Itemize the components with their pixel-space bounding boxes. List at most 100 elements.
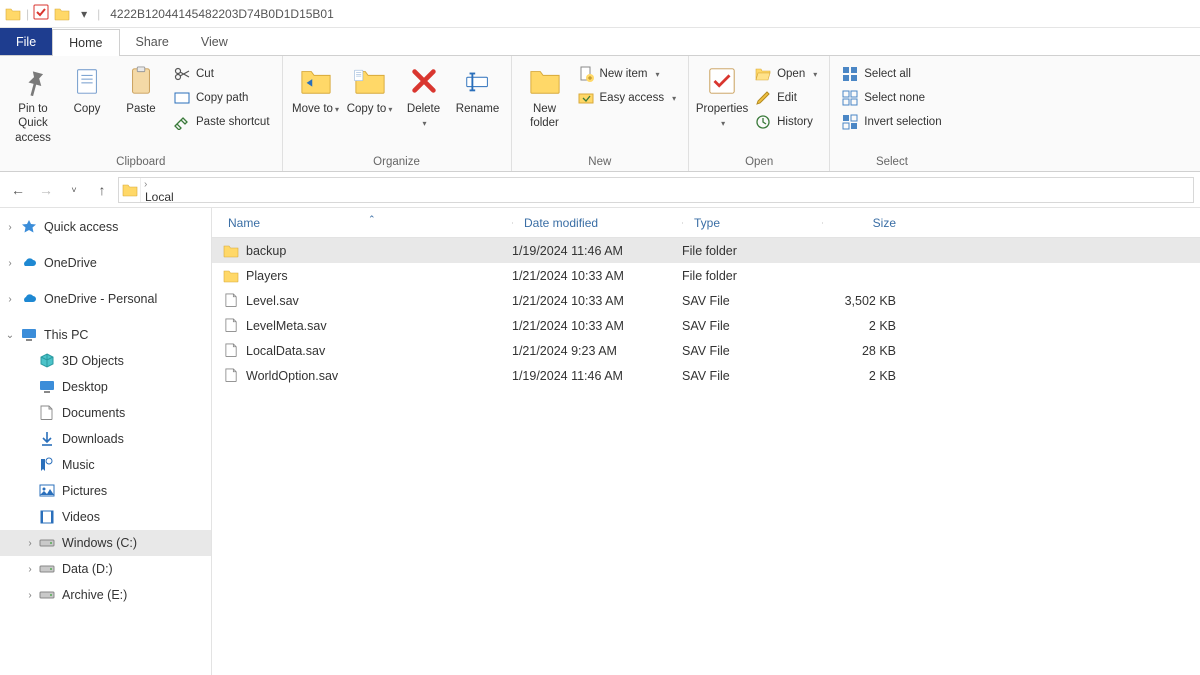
file-row[interactable]: LevelMeta.sav 1/21/2024 10:33 AM SAV Fil… [212, 313, 1200, 338]
qat-folder-icon[interactable] [53, 5, 71, 23]
copy-button[interactable]: Copy [62, 58, 112, 116]
tree-item-icon [38, 508, 56, 526]
tree-item-icon [38, 482, 56, 500]
file-name: LevelMeta.sav [246, 319, 512, 333]
newfolder-button[interactable]: New folder [520, 58, 570, 131]
copypath-button[interactable]: Copy path [170, 87, 274, 109]
file-modified: 1/21/2024 9:23 AM [512, 344, 682, 358]
easyaccess-button[interactable]: Easy access▾ [574, 87, 681, 109]
tree-item[interactable]: ›Data (D:) [0, 556, 211, 582]
group-open: Properties▾ Open▾ Edit History Open [689, 56, 830, 171]
window-title: 4222B12044145482203D74B0D1D15B01 [110, 7, 334, 21]
forward-button[interactable]: → [34, 178, 58, 202]
group-label-organize: Organize [291, 154, 503, 171]
file-type: SAV File [682, 319, 822, 333]
column-name[interactable]: Name⌃ [212, 216, 512, 230]
monitor-icon [20, 326, 38, 344]
tree-item[interactable]: ›Archive (E:) [0, 582, 211, 608]
file-list[interactable]: backup 1/19/2024 11:46 AM File folder Pl… [212, 238, 1200, 675]
file-row[interactable]: LocalData.sav 1/21/2024 9:23 AM SAV File… [212, 338, 1200, 363]
folder-icon [222, 242, 240, 260]
delete-button[interactable]: Delete▾ [399, 58, 449, 131]
folder-icon [222, 267, 240, 285]
tab-file[interactable]: File [0, 28, 52, 55]
file-type: File folder [682, 269, 822, 283]
tab-home[interactable]: Home [52, 29, 119, 56]
tree-item[interactable]: Pictures [0, 478, 211, 504]
selectall-button[interactable]: Select all [838, 63, 945, 85]
qat-checkbox-icon[interactable] [33, 4, 49, 23]
moveto-button[interactable]: Move to▾ [291, 58, 341, 116]
tree-item[interactable]: 3D Objects [0, 348, 211, 374]
column-type[interactable]: Type [682, 216, 822, 230]
paste-icon [124, 64, 158, 98]
invert-button[interactable]: Invert selection [838, 111, 945, 133]
tab-view[interactable]: View [185, 28, 244, 55]
tree-quick-access[interactable]: ›Quick access [0, 214, 211, 240]
pin-icon [16, 64, 50, 98]
open-button[interactable]: Open▾ [751, 63, 821, 85]
file-type: SAV File [682, 344, 822, 358]
moveto-icon [299, 64, 333, 98]
tree-onedrive[interactable]: ›OneDrive [0, 250, 211, 276]
group-select: Select all Select none Invert selection … [830, 56, 953, 171]
address-bar[interactable]: ›This PC›Windows (C:)›Users›█████›AppDat… [118, 177, 1194, 203]
column-size[interactable]: Size [822, 216, 910, 230]
file-size: 28 KB [822, 344, 910, 358]
file-row[interactable]: backup 1/19/2024 11:46 AM File folder [212, 238, 1200, 263]
properties-icon [705, 64, 739, 98]
pin-button[interactable]: Pin to Quick access [8, 58, 58, 145]
cloud-icon [20, 290, 38, 308]
paste-button[interactable]: Paste [116, 58, 166, 116]
copyto-button[interactable]: Copy to▾ [345, 58, 395, 116]
file-type: File folder [682, 244, 822, 258]
qat-customize-icon[interactable]: ▾ [75, 5, 93, 23]
file-modified: 1/21/2024 10:33 AM [512, 269, 682, 283]
newitem-button[interactable]: New item▾ [574, 63, 681, 85]
back-button[interactable]: ← [6, 178, 30, 202]
address-folder-icon[interactable] [119, 178, 141, 202]
edit-button[interactable]: Edit [751, 87, 821, 109]
file-modified: 1/19/2024 11:46 AM [512, 244, 682, 258]
sort-ascending-icon: ⌃ [368, 214, 376, 225]
tree-item[interactable]: Music [0, 452, 211, 478]
tree-onedrive-personal[interactable]: ›OneDrive - Personal [0, 286, 211, 312]
group-clipboard: Pin to Quick access Copy Paste Cut Copy … [0, 56, 283, 171]
file-type: SAV File [682, 294, 822, 308]
file-row[interactable]: Level.sav 1/21/2024 10:33 AM SAV File 3,… [212, 288, 1200, 313]
tab-share[interactable]: Share [120, 28, 185, 55]
file-name: backup [246, 244, 512, 258]
column-modified[interactable]: Date modified [512, 216, 682, 230]
rename-button[interactable]: Rename [453, 58, 503, 116]
tree-item[interactable]: ›Windows (C:) [0, 530, 211, 556]
tree-item[interactable]: Documents [0, 400, 211, 426]
tree-item-icon [38, 534, 56, 552]
up-button[interactable]: ↑ [90, 178, 114, 202]
tree-item[interactable]: Desktop [0, 374, 211, 400]
scissors-icon [174, 66, 190, 82]
file-row[interactable]: Players 1/21/2024 10:33 AM File folder [212, 263, 1200, 288]
tree-item-icon [38, 404, 56, 422]
pasteshortcut-button[interactable]: Paste shortcut [170, 111, 274, 133]
breadcrumb-segment[interactable]: Local [141, 190, 373, 203]
recent-dropdown[interactable]: ˅ [62, 178, 86, 202]
navigation-tree[interactable]: ›Quick access ›OneDrive ›OneDrive - Pers… [0, 208, 212, 675]
file-row[interactable]: WorldOption.sav 1/19/2024 11:46 AM SAV F… [212, 363, 1200, 388]
history-icon [755, 114, 771, 130]
selectnone-button[interactable]: Select none [838, 87, 945, 109]
tree-item[interactable]: Downloads [0, 426, 211, 452]
history-button[interactable]: History [751, 111, 821, 133]
window-icon [4, 5, 22, 23]
selectall-icon [842, 66, 858, 82]
cut-button[interactable]: Cut [170, 63, 274, 85]
rename-icon [461, 64, 495, 98]
delete-icon [407, 64, 441, 98]
file-type: SAV File [682, 369, 822, 383]
properties-button[interactable]: Properties▾ [697, 58, 747, 131]
tree-this-pc[interactable]: ⌄This PC [0, 322, 211, 348]
shortcut-icon [174, 114, 190, 130]
column-headers[interactable]: Name⌃ Date modified Type Size [212, 208, 1200, 238]
group-label-clipboard: Clipboard [8, 154, 274, 171]
tree-item[interactable]: Videos [0, 504, 211, 530]
title-bar: | ▾ | 4222B12044145482203D74B0D1D15B01 [0, 0, 1200, 28]
